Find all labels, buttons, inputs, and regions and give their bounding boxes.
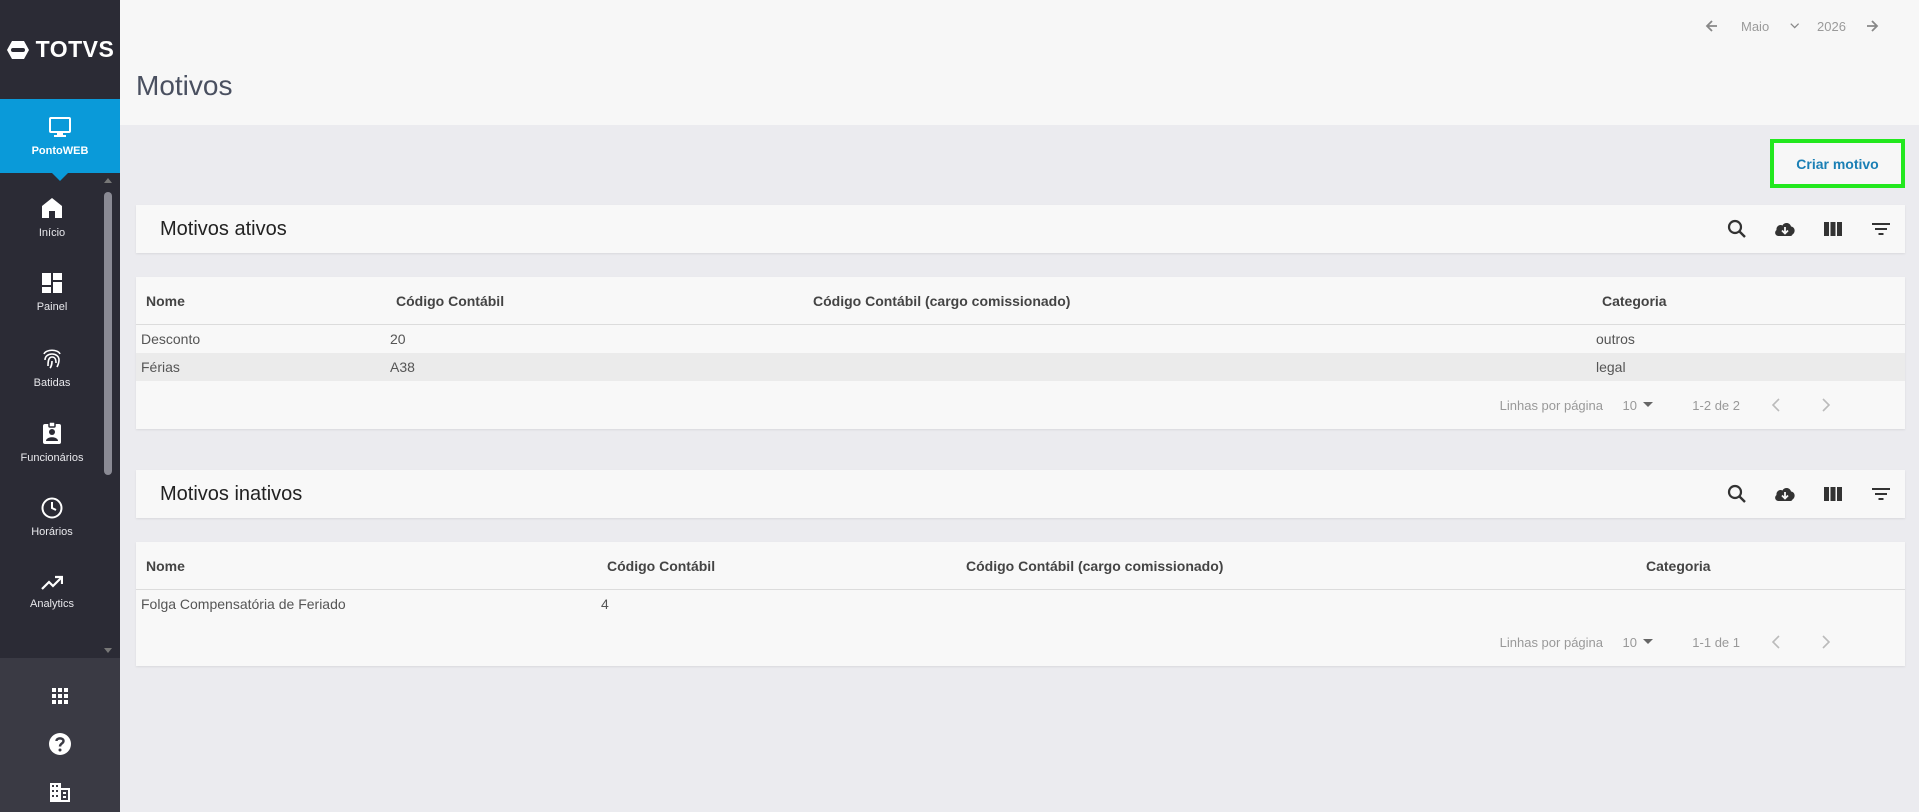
- fingerprint-icon: [43, 349, 61, 369]
- cell-codigo: 20: [390, 331, 406, 347]
- app-pontoweb[interactable]: PontoWEB: [0, 99, 120, 181]
- rows-per-page-label: Linhas por página: [1499, 634, 1603, 650]
- search-icon[interactable]: [1725, 217, 1749, 241]
- sidebar-nav: Início Painel Batidas Funcionários Horár…: [0, 180, 104, 630]
- chevron-left-icon[interactable]: [1767, 395, 1787, 415]
- rows-per-page-select[interactable]: 10: [1623, 398, 1653, 413]
- column-header-nome[interactable]: Nome: [146, 293, 185, 309]
- chevron-right-icon[interactable]: [1815, 395, 1835, 415]
- cell-nome: Desconto: [141, 331, 201, 347]
- column-header-codigo[interactable]: Código Contábil: [607, 558, 715, 574]
- active-reasons-header: Motivos ativos: [136, 205, 1905, 253]
- sidebar-item-label: Painel: [36, 301, 68, 313]
- month-select[interactable]: Maio: [1719, 19, 1799, 34]
- brand-name: TOTVS: [35, 36, 115, 62]
- scroll-up-arrow[interactable]: [104, 178, 112, 183]
- caret-down-icon: [1643, 402, 1653, 407]
- app-label: PontoWEB: [31, 144, 89, 157]
- columns-icon[interactable]: [1821, 217, 1845, 241]
- sidebar-item-inicio[interactable]: Início: [0, 180, 104, 255]
- cell-nome: Folga Compensatória de Feriado: [141, 596, 346, 612]
- filter-icon[interactable]: [1869, 482, 1893, 506]
- inactive-reasons-header: Motivos inativos: [136, 470, 1905, 518]
- active-reasons-table: Nome Código Contábil Código Contábil (ca…: [136, 277, 1905, 429]
- dashboard-icon: [42, 273, 62, 293]
- cell-codigo: A38: [390, 359, 415, 375]
- table-row[interactable]: Férias A38 legal: [136, 353, 1905, 381]
- sidebar-item-analytics[interactable]: Analytics: [0, 555, 104, 630]
- create-motivo-button[interactable]: Criar motivo: [1770, 139, 1905, 188]
- table-pagination: Linhas por página 10 1-1 de 1: [136, 618, 1905, 666]
- table-header-row: Nome Código Contábil Código Contábil (ca…: [136, 542, 1905, 590]
- cell-nome: Férias: [141, 359, 180, 375]
- scroll-down-arrow[interactable]: [104, 648, 112, 653]
- page-title: Motivos: [136, 70, 233, 101]
- sidebar-item-label: Funcionários: [20, 452, 84, 464]
- column-header-categoria[interactable]: Categoria: [1646, 558, 1711, 574]
- table-header-row: Nome Código Contábil Código Contábil (ca…: [136, 277, 1905, 325]
- rows-per-page-value: 10: [1622, 397, 1637, 413]
- cloud-download-icon[interactable]: [1773, 217, 1797, 241]
- cell-categoria: outros: [1596, 331, 1635, 347]
- chevron-down-icon: [1845, 25, 1847, 27]
- cloud-download-icon[interactable]: [1773, 482, 1797, 506]
- arrow-left-icon[interactable]: [1705, 19, 1719, 33]
- inactive-reasons-table: Nome Código Contábil Código Contábil (ca…: [136, 542, 1905, 666]
- sidebar-item-label: Início: [38, 227, 66, 239]
- sidebar-item-horarios[interactable]: Horários: [0, 480, 104, 555]
- column-header-codigo[interactable]: Código Contábil: [396, 293, 504, 309]
- totvs-logo-icon: [6, 40, 29, 59]
- sidebar-item-label: Analytics: [29, 598, 75, 610]
- help-icon[interactable]: [48, 732, 72, 756]
- apps-grid-icon[interactable]: [48, 684, 72, 708]
- sidebar-item-batidas[interactable]: Batidas: [0, 330, 104, 405]
- sidebar-bottom-toolbar: [0, 658, 120, 812]
- badge-icon: [43, 421, 61, 444]
- pagination-range: 1-2 de 2: [1692, 397, 1740, 413]
- search-icon[interactable]: [1725, 482, 1749, 506]
- column-header-codigo-cargo[interactable]: Código Contábil (cargo comissionado): [966, 558, 1223, 574]
- column-header-categoria[interactable]: Categoria: [1602, 293, 1667, 309]
- trending-icon: [41, 575, 63, 590]
- table-toolbar: [1725, 217, 1893, 241]
- sidebar: TOTVS PontoWEB Início Painel Batidas Fun…: [0, 0, 120, 812]
- table-toolbar: [1725, 482, 1893, 506]
- chevron-down-icon: [1789, 23, 1799, 29]
- table-row[interactable]: Desconto 20 outros: [136, 325, 1905, 353]
- rows-per-page-value: 10: [1622, 634, 1637, 650]
- rows-per-page-label: Linhas por página: [1499, 397, 1603, 413]
- page-header: Motivos Maio 2026: [120, 0, 1919, 125]
- cell-codigo: 4: [601, 596, 609, 612]
- sidebar-item-funcionarios[interactable]: Funcionários: [0, 405, 104, 480]
- cell-categoria: legal: [1596, 359, 1626, 375]
- section-title: Motivos ativos: [160, 217, 287, 240]
- sidebar-item-painel[interactable]: Painel: [0, 255, 104, 330]
- clock-icon: [41, 497, 63, 519]
- sidebar-scrollbar[interactable]: [104, 192, 112, 475]
- arrow-right-icon[interactable]: [1865, 19, 1879, 33]
- year-select[interactable]: 2026: [1799, 19, 1847, 34]
- chevron-right-icon[interactable]: [1815, 632, 1835, 652]
- table-pagination: Linhas por página 10 1-2 de 2: [136, 381, 1905, 429]
- sidebar-item-label: Batidas: [33, 377, 71, 389]
- period-selector: Maio 2026: [1705, 14, 1879, 38]
- company-icon[interactable]: [48, 780, 72, 804]
- month-value: Maio: [1741, 18, 1770, 34]
- filter-icon[interactable]: [1869, 217, 1893, 241]
- year-value: 2026: [1817, 18, 1846, 34]
- chevron-left-icon[interactable]: [1767, 632, 1787, 652]
- rows-per-page-select[interactable]: 10: [1623, 635, 1653, 650]
- table-row[interactable]: Folga Compensatória de Feriado 4: [136, 590, 1905, 618]
- pagination-range: 1-1 de 1: [1692, 634, 1740, 650]
- column-header-codigo-cargo[interactable]: Código Contábil (cargo comissionado): [813, 293, 1070, 309]
- columns-icon[interactable]: [1821, 482, 1845, 506]
- monitor-icon: [49, 116, 71, 137]
- sidebar-item-label: Horários: [31, 526, 73, 538]
- home-icon: [42, 198, 62, 218]
- section-title: Motivos inativos: [160, 482, 303, 505]
- totvs-logo[interactable]: TOTVS: [0, 0, 120, 99]
- caret-down-icon: [1643, 639, 1653, 644]
- column-header-nome[interactable]: Nome: [146, 558, 185, 574]
